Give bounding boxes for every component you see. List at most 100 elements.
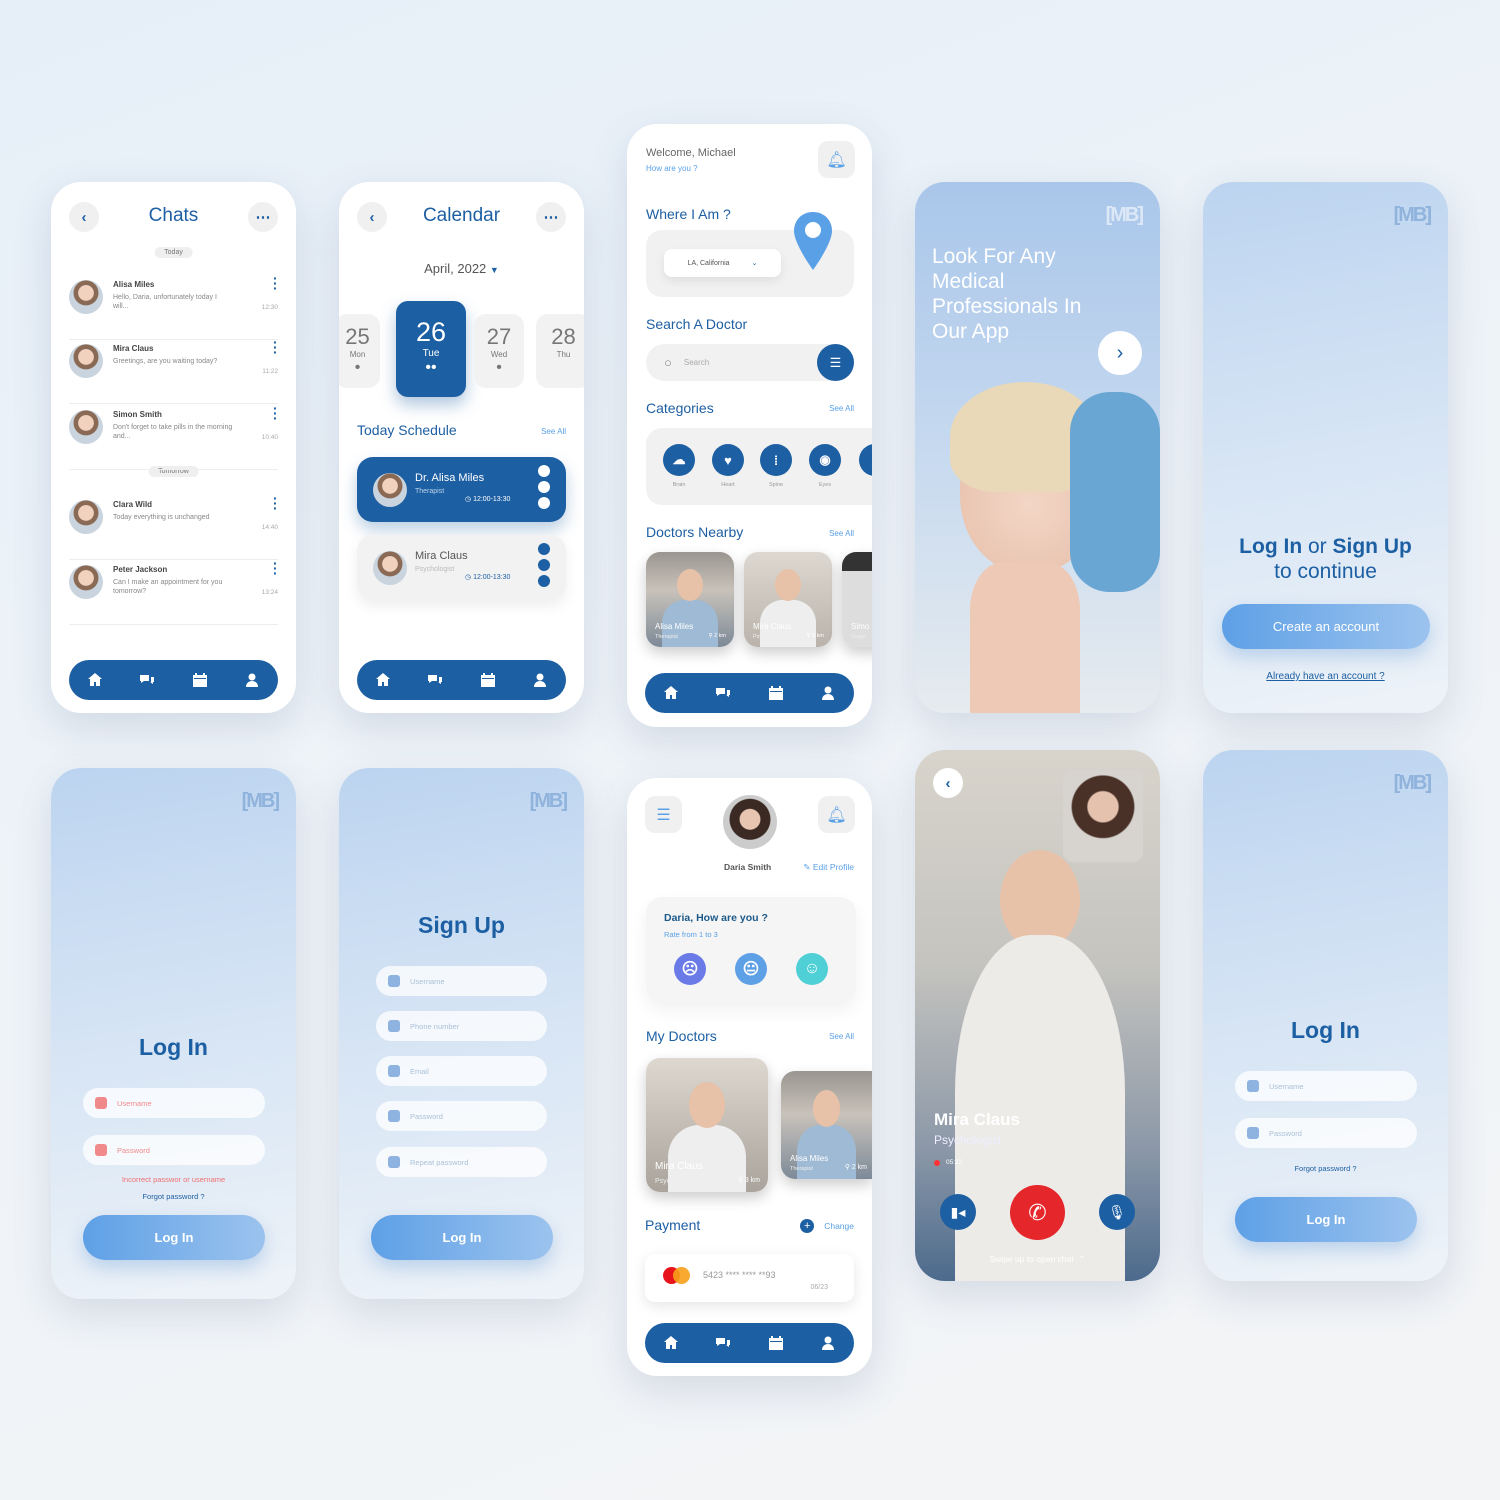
doctor-card[interactable]: Alisa Miles Therapist ⚲ 2 km [781, 1071, 872, 1179]
more-icon[interactable] [538, 465, 550, 477]
nav-calendar[interactable] [478, 670, 498, 690]
username-input[interactable]: Username [376, 966, 547, 996]
nav-calendar[interactable] [190, 670, 210, 690]
contact-name: Peter Jackson [113, 565, 168, 574]
chat-item[interactable]: Simon Smith Don't forget to take pills i… [69, 401, 278, 470]
password-input[interactable]: Password [376, 1101, 547, 1131]
chat-item[interactable]: Mira Claus Greetings, are you waiting to… [69, 335, 278, 404]
repeat-password-input[interactable]: Repeat password [376, 1147, 547, 1177]
nav-user[interactable] [818, 1333, 838, 1353]
microphone-button[interactable]: 🎙︎ [1099, 1194, 1135, 1230]
swipe-hint[interactable]: Swipe up to open chat ⌃ [915, 1254, 1160, 1265]
nav-chat[interactable] [137, 670, 157, 690]
notification-button[interactable]: 🔔︎ [818, 796, 855, 833]
nav-home[interactable] [373, 670, 393, 690]
settings-button[interactable]: ☰ [645, 796, 682, 833]
more-icon[interactable] [538, 543, 550, 555]
doctor-card[interactable]: Mira Claus Psychologist ⚲ 3 km [744, 552, 832, 647]
notification-button[interactable]: 🔔︎ [818, 141, 855, 178]
day-27[interactable]: 27 Wed • [474, 314, 524, 388]
doctor-card[interactable]: Alisa Miles Therapist ⚲ 2 km [646, 552, 734, 647]
nav-home[interactable] [661, 683, 681, 703]
location-dropdown[interactable]: LA, California ⌄ [664, 249, 781, 277]
month-selector[interactable]: April, 2022 ▼ [339, 261, 584, 276]
login-button[interactable]: Log In [83, 1215, 265, 1260]
username-input[interactable]: Username [83, 1088, 265, 1118]
see-all-link[interactable]: See All [541, 427, 566, 436]
payment-card[interactable]: 5423 **** **** **93 06/23 [645, 1254, 854, 1302]
category-heart[interactable]: ♥ Heart [712, 444, 744, 488]
nav-home[interactable] [85, 670, 105, 690]
forgot-password-link[interactable]: Forgot password ? [51, 1192, 296, 1201]
more-vertical-icon[interactable]: · · · [273, 335, 278, 359]
chat-item[interactable]: Clara Wild Today everything is unchanged… [69, 491, 278, 560]
login-link[interactable]: Already have an account ? [1203, 671, 1448, 682]
appointment-card[interactable]: Mira Claus Psychologist ◷ 12:00-13:30 [357, 535, 566, 600]
create-account-button[interactable]: Create an account [1222, 604, 1430, 649]
appointment-card[interactable]: Dr. Alisa Miles Therapist ◷ 12:00-13:30 [357, 457, 566, 522]
tooth-icon: ◗ [859, 444, 872, 476]
phone-icon[interactable] [538, 559, 550, 571]
nav-user[interactable] [242, 670, 262, 690]
recording-dot-icon [934, 1159, 940, 1166]
day-number: 27 [486, 324, 512, 349]
happy-face-button[interactable]: ☺ [796, 953, 828, 985]
mood-sub: Rate from 1 to 3 [664, 930, 718, 939]
more-button[interactable]: ⋯ [248, 202, 278, 232]
nav-home[interactable] [661, 1333, 681, 1353]
chat-icon[interactable] [538, 575, 550, 587]
caller-role: Psychologist [934, 1133, 1002, 1147]
chat-item[interactable]: Peter Jackson Can I make an appointment … [69, 556, 278, 625]
submit-button[interactable]: Log In [371, 1215, 553, 1260]
message-preview: Hello, Daria, unfortunately today I will… [113, 294, 217, 310]
nav-chat[interactable] [425, 670, 445, 690]
phone-icon[interactable] [538, 481, 550, 493]
back-button[interactable]: ‹ [933, 768, 963, 798]
login-button[interactable]: Log In [1235, 1197, 1417, 1242]
nav-chat[interactable] [713, 683, 733, 703]
change-payment-button[interactable]: + Change [800, 1219, 854, 1233]
more-vertical-icon[interactable]: · · · [273, 271, 278, 295]
onboarding-screen: [MB] Look For Any Medical Professionals … [915, 182, 1160, 713]
category-teeth[interactable]: ◗Te [859, 444, 872, 488]
nav-user[interactable] [818, 683, 838, 703]
sad-face-button[interactable]: ☹ [674, 953, 706, 985]
more-vertical-icon[interactable]: · · · [273, 401, 278, 425]
see-all-link[interactable]: See All [829, 529, 854, 538]
category-brain[interactable]: ☁ Brain [663, 444, 695, 488]
forgot-password-link[interactable]: Forgot password ? [1203, 1164, 1448, 1173]
end-call-button[interactable]: ✆ [1010, 1185, 1065, 1240]
camera-button[interactable]: ▮◂ [940, 1194, 976, 1230]
chats-screen: ‹ Chats ⋯ Today Tomorrow Alisa Miles Hel… [51, 182, 296, 713]
day-28[interactable]: 28 Thu [536, 314, 584, 388]
more-vertical-icon[interactable]: · · · [273, 556, 278, 580]
filter-button[interactable]: ☰ [817, 344, 854, 381]
see-all-link[interactable]: See All [829, 1032, 854, 1041]
neutral-face-button[interactable]: 😐︎ [735, 953, 767, 985]
spine-icon: ⁞ [760, 444, 792, 476]
chat-item[interactable]: Alisa Miles Hello, Daria, unfortunately … [69, 271, 278, 340]
more-vertical-icon[interactable]: · · · [273, 491, 278, 515]
day-26-selected[interactable]: 26 Tue •• [396, 301, 466, 397]
nav-chat[interactable] [713, 1333, 733, 1353]
doctor-card[interactable]: Simo Surge [842, 552, 872, 647]
doctor-card[interactable]: Mira Claus Psychologist ⚲ 3 km [646, 1058, 768, 1192]
next-button[interactable]: › [1098, 331, 1142, 375]
nav-calendar[interactable] [766, 683, 786, 703]
see-all-link[interactable]: See All [829, 404, 854, 413]
email-input[interactable]: Email [376, 1056, 547, 1086]
nav-calendar[interactable] [766, 1333, 786, 1353]
more-button[interactable]: ⋯ [536, 202, 566, 232]
password-input[interactable]: Password [83, 1135, 265, 1165]
day-25[interactable]: 25 Mon • [339, 314, 380, 388]
profile-avatar[interactable] [723, 795, 777, 849]
search-icon: ○ [664, 355, 672, 370]
chat-icon[interactable] [538, 497, 550, 509]
category-spine[interactable]: ⁞ Spine [760, 444, 792, 488]
category-eyes[interactable]: ◉ Eyes [809, 444, 841, 488]
password-input[interactable]: Password [1235, 1118, 1417, 1148]
username-input[interactable]: Username [1235, 1071, 1417, 1101]
edit-profile-link[interactable]: ✎ Edit Profile [803, 862, 854, 873]
phone-input[interactable]: Phone number [376, 1011, 547, 1041]
nav-user[interactable] [530, 670, 550, 690]
